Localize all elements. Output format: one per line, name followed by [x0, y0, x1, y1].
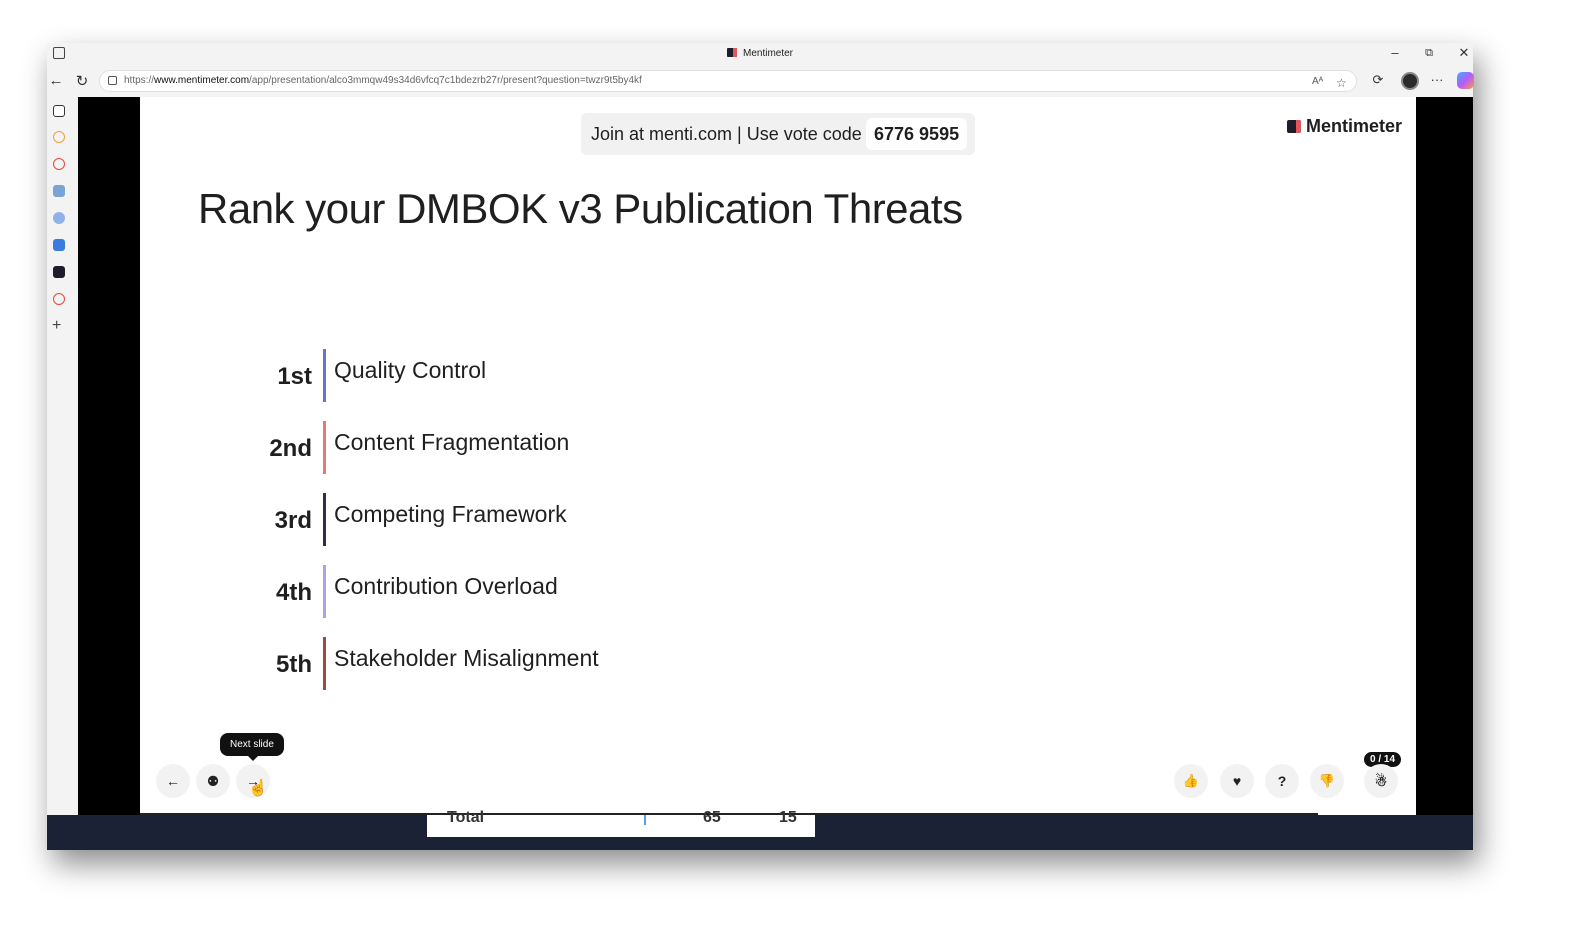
rank-number: 5th	[276, 651, 312, 678]
reload-button[interactable]: ↻	[73, 72, 91, 90]
question-reaction-button[interactable]: ?	[1265, 764, 1299, 798]
rank-row: 4th Contribution Overload	[260, 565, 860, 637]
app-icon-red-2[interactable]	[53, 293, 65, 305]
rank-bar	[323, 565, 326, 618]
url-text: https://www.mentimeter.com/app/presentat…	[124, 75, 642, 86]
rank-row: 2nd Content Fragmentation	[260, 421, 860, 493]
profile-avatar[interactable]	[1401, 72, 1419, 90]
rank-row: 5th Stakeholder Misalignment	[260, 637, 860, 709]
title-bar: Mentimeter – ⧉ ✕	[47, 43, 1473, 67]
brand-name: Mentimeter	[1306, 116, 1403, 136]
vote-code: 6776 9595	[866, 118, 968, 150]
heart-reaction-button[interactable]: ♥	[1220, 764, 1254, 798]
rank-label: Quality Control	[334, 357, 487, 383]
lock-icon	[108, 76, 117, 85]
thumbs-up-reaction-button[interactable]: 👍	[1174, 764, 1208, 798]
mentimeter-favicon-icon	[726, 48, 737, 57]
rank-number: 2nd	[269, 435, 312, 462]
next-slide-tooltip: Next slide	[220, 733, 284, 761]
close-button[interactable]: ✕	[1455, 45, 1473, 61]
total-label: Total	[447, 809, 485, 826]
rank-bar	[323, 349, 326, 402]
participants-button[interactable]: ☃	[1364, 764, 1398, 798]
rank-label: Content Fragmentation	[334, 429, 570, 455]
rank-label: Stakeholder Misalignment	[334, 645, 599, 671]
rank-row: 3rd Competing Framework	[260, 493, 860, 565]
docs-icon[interactable]	[53, 239, 65, 251]
rank-bar	[323, 637, 326, 690]
rank-label: Competing Framework	[334, 501, 567, 527]
join-instructions: Join at menti.com | Use vote code 6776 9…	[581, 113, 975, 155]
tab-title: Mentimeter	[742, 48, 793, 59]
previous-slide-button[interactable]: ←	[156, 764, 190, 798]
add-sidebar-app-icon[interactable]: +	[52, 317, 61, 335]
slide: Join at menti.com | Use vote code 6776 9…	[140, 97, 1416, 815]
linkedin-icon[interactable]	[53, 185, 65, 197]
rank-number: 1st	[277, 363, 312, 390]
join-text: Join at menti.com | Use vote code	[591, 124, 862, 144]
favorite-star-icon[interactable]: ☆	[1336, 76, 1347, 90]
thumbs-down-reaction-button[interactable]: 👎	[1310, 764, 1344, 798]
extensions-icon[interactable]: ⟳	[1369, 72, 1387, 88]
google-icon[interactable]	[53, 131, 65, 143]
divider	[644, 815, 646, 825]
back-button[interactable]: ←	[47, 72, 65, 89]
browser-sidebar: +	[47, 97, 78, 817]
hint-icon[interactable]: ⚉	[196, 764, 230, 798]
background-table-card: Total 65 15	[427, 809, 815, 837]
rank-row: 1st Quality Control	[260, 349, 860, 421]
window-title: Mentimeter	[47, 48, 1473, 59]
rank-bar	[323, 493, 326, 546]
url-field[interactable]: https://www.mentimeter.com/app/presentat…	[99, 70, 1357, 92]
mentimeter-tab-icon[interactable]	[53, 266, 65, 278]
ranking-list: 1st Quality Control 2nd Content Fragment…	[260, 349, 860, 709]
app-icon-blue[interactable]	[53, 212, 65, 224]
restore-button[interactable]: ⧉	[1420, 47, 1438, 60]
slide-title: Rank your DMBOK v3 Publication Threats	[198, 185, 963, 232]
background-page-strip: Total 65 15	[47, 809, 1473, 850]
more-menu-icon[interactable]: ···	[1428, 72, 1446, 87]
rank-bar	[323, 421, 326, 474]
total-value-1: 65	[703, 809, 721, 826]
tab-actions-icon[interactable]	[53, 105, 65, 117]
minimize-button[interactable]: –	[1386, 45, 1404, 60]
presentation-stage: Join at menti.com | Use vote code 6776 9…	[78, 97, 1473, 815]
read-aloud-icon[interactable]: Aᴬ	[1312, 76, 1323, 87]
rank-label: Contribution Overload	[334, 573, 558, 599]
mentimeter-logo-icon	[1287, 120, 1301, 133]
app-icon-red[interactable]	[53, 158, 65, 170]
address-bar-row: ← ↻ https://www.mentimeter.com/app/prese…	[47, 67, 1474, 97]
total-value-2: 15	[779, 809, 797, 826]
browser-window: Mentimeter – ⧉ ✕ ← ↻ https://www.mentime…	[47, 43, 1474, 850]
mentimeter-logo: Mentimeter	[1287, 116, 1402, 137]
rank-number: 3rd	[274, 507, 312, 534]
hand-cursor-icon: ☝	[248, 780, 268, 797]
rank-number: 4th	[276, 579, 312, 606]
copilot-icon[interactable]	[1457, 72, 1474, 89]
